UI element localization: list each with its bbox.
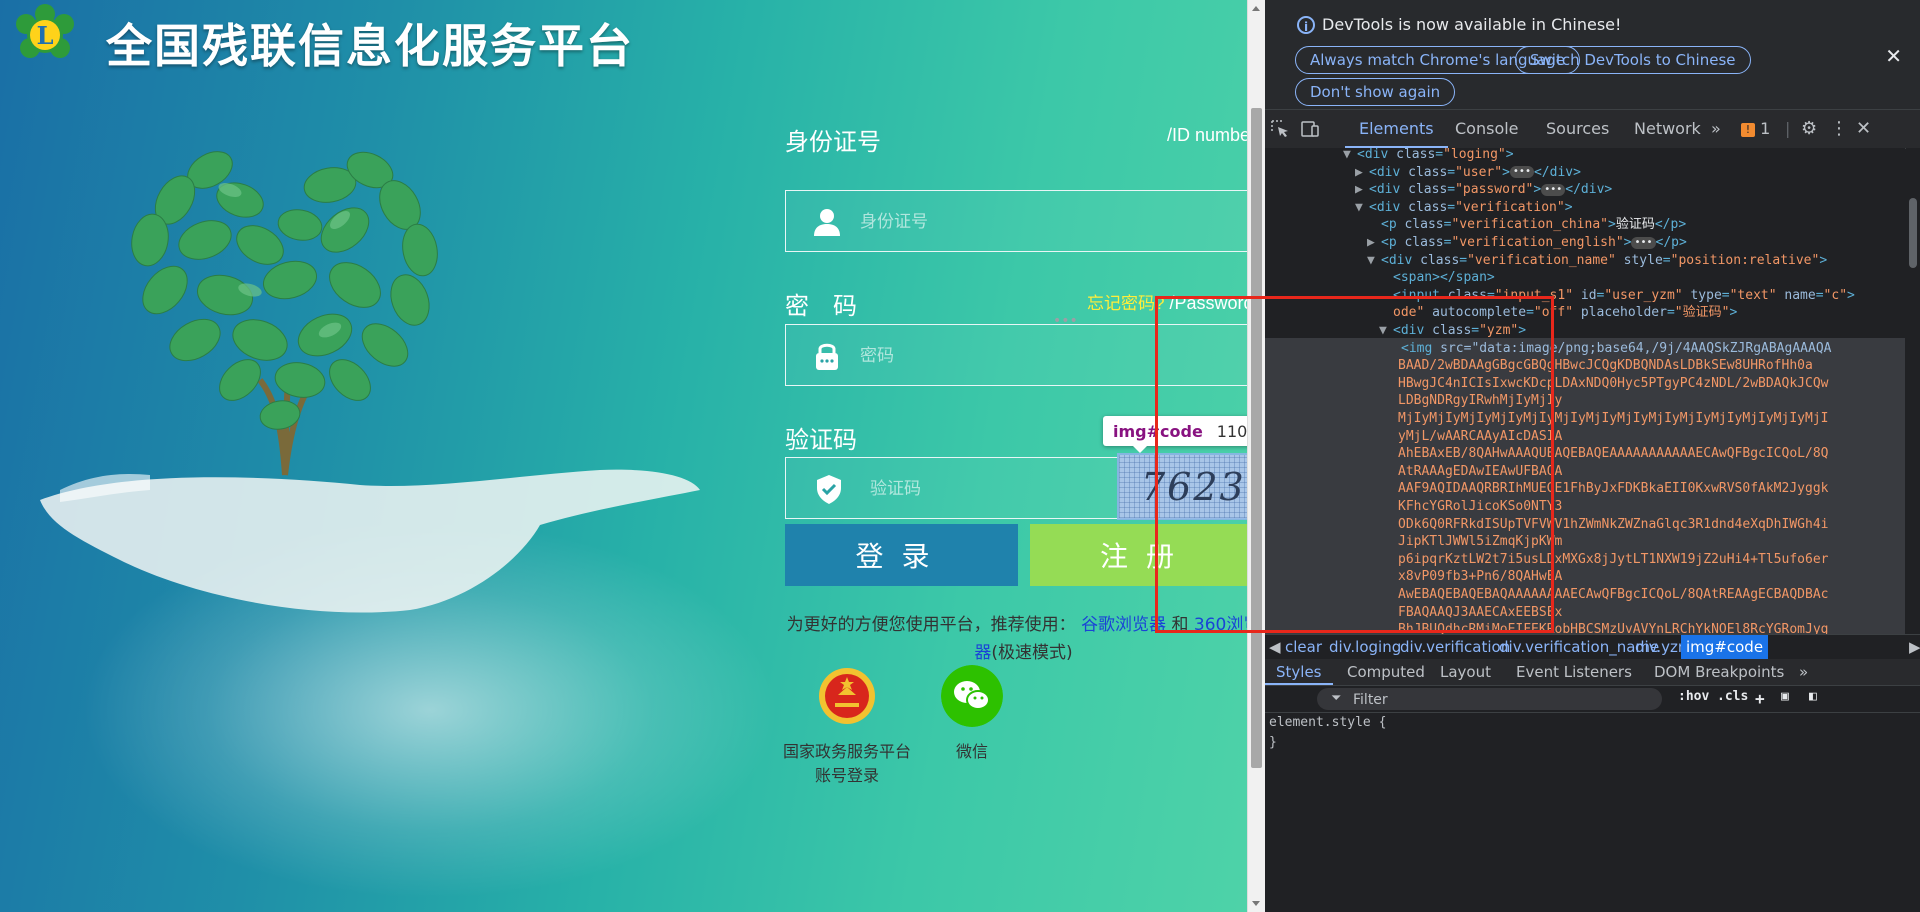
cdpf-logo-icon: L xyxy=(16,4,74,58)
styles-filter-row: ⏷ :hov .cls + ▣ ◧ xyxy=(1265,686,1920,713)
close-devtools-icon[interactable]: ✕ xyxy=(1856,110,1871,148)
banner-close-icon[interactable]: ✕ xyxy=(1885,44,1902,68)
breadcrumb-right-arrow-icon[interactable]: ▶ xyxy=(1909,635,1920,659)
language-banner: i DevTools is now available in Chinese! … xyxy=(1265,0,1920,110)
breadcrumb-item[interactable]: div.verification xyxy=(1400,635,1510,659)
breadcrumb-item[interactable]: div.loging xyxy=(1329,635,1401,659)
settings-gear-icon[interactable]: ⚙ xyxy=(1801,110,1817,148)
gov-service-login[interactable]: 国家政务服务平台账号登录 xyxy=(782,665,912,788)
login-button[interactable]: 登录 xyxy=(785,524,1018,586)
collapsed-children-icon[interactable]: ••• xyxy=(1631,236,1656,249)
chrome-browser-link[interactable]: 谷歌浏览器 xyxy=(1081,615,1166,635)
element-style-rule: element.style { } xyxy=(1269,713,1386,753)
browser-tip-and: 和 xyxy=(1166,615,1189,635)
styles-tabbar: Styles Computed Layout Event Listeners D… xyxy=(1265,659,1920,686)
hover-state-toggle[interactable]: :hov xyxy=(1678,689,1709,704)
more-tabs-chevron-icon[interactable]: » xyxy=(1711,110,1721,148)
devtools-panel: i DevTools is now available in Chinese! … xyxy=(1265,0,1920,912)
toggle-sidebar-icon[interactable]: ◧ xyxy=(1809,689,1817,704)
scroll-up-arrow-icon[interactable] xyxy=(1252,6,1260,11)
element-style-open: element.style { xyxy=(1269,715,1387,730)
inspector-tooltip: img#code 110 × 50 xyxy=(1103,416,1265,453)
national-emblem-icon xyxy=(819,668,875,724)
tab-layout[interactable]: Layout xyxy=(1440,659,1491,685)
tab-styles[interactable]: Styles xyxy=(1265,659,1333,685)
page-scrollbar[interactable] xyxy=(1247,0,1265,912)
scroll-down-arrow-icon[interactable] xyxy=(1252,901,1260,906)
tab-console[interactable]: Console xyxy=(1455,110,1519,148)
element-style-close: } xyxy=(1269,735,1277,750)
element-state-icon[interactable]: ▣ xyxy=(1781,689,1789,704)
more-styles-tabs-chevron-icon[interactable]: » xyxy=(1799,659,1808,685)
shield-icon xyxy=(817,475,841,504)
captcha-image[interactable]: 7623 xyxy=(1117,453,1262,520)
new-style-rule-icon[interactable]: + xyxy=(1755,689,1765,708)
id-number-input[interactable] xyxy=(858,191,1257,253)
breadcrumb-item[interactable]: clear xyxy=(1285,635,1322,659)
password-label-en-row: 忘记密码? /Password xyxy=(1087,289,1254,314)
inspect-element-icon[interactable] xyxy=(1269,118,1291,140)
tooltip-tag: img#code xyxy=(1113,421,1203,441)
id-number-field[interactable] xyxy=(785,190,1262,253)
selected-node-dots-icon[interactable]: ••• xyxy=(1053,313,1078,329)
captcha-label: 验证码 xyxy=(785,426,857,454)
wechat-login[interactable]: 微信 xyxy=(940,665,1004,764)
elements-scrollbar-thumb[interactable] xyxy=(1909,198,1917,268)
captcha-input[interactable] xyxy=(868,458,1112,520)
switch-chinese-button[interactable]: Switch DevTools to Chinese xyxy=(1515,46,1751,74)
web-page: L 全国残联信息化服务平台 身份证号 /ID number 身份证号 密 码 忘… xyxy=(0,0,1265,912)
gov-service-login-label: 国家政务服务平台账号登录 xyxy=(782,742,911,785)
issues-counter[interactable]: ! 1 xyxy=(1741,110,1770,148)
collapsed-children-icon[interactable]: ••• xyxy=(1509,166,1534,179)
password-label-en: /Password xyxy=(1169,293,1254,313)
breadcrumb-left-arrow-icon[interactable]: ◀ xyxy=(1269,635,1281,659)
device-toolbar-icon[interactable] xyxy=(1299,118,1321,140)
browser-tip-prefix: 为更好的方便您使用平台，推荐使用： xyxy=(786,615,1076,635)
password-label: 密 码 xyxy=(785,292,857,320)
forgot-password-link[interactable]: 忘记密码? xyxy=(1087,294,1164,313)
user-icon xyxy=(814,209,840,236)
tab-elements[interactable]: Elements xyxy=(1345,110,1448,148)
issues-icon: ! xyxy=(1741,122,1755,137)
browser-tip-suffix: (极速模式) xyxy=(991,643,1073,663)
browser-tip: 为更好的方便您使用平台，推荐使用： 谷歌浏览器 和 360浏览器(极速模式) xyxy=(785,611,1262,667)
toolbar-divider: | xyxy=(1785,119,1791,138)
collapsed-children-icon[interactable]: ••• xyxy=(1541,183,1566,196)
info-icon: i xyxy=(1297,16,1315,34)
more-options-icon[interactable]: ⋮ xyxy=(1830,110,1848,148)
site-title: 全国残联信息化服务平台 xyxy=(106,19,634,73)
wechat-login-label: 微信 xyxy=(955,742,988,761)
issues-count: 1 xyxy=(1760,119,1771,138)
heart-tree-hand-illustration xyxy=(40,151,700,613)
tab-computed[interactable]: Computed xyxy=(1347,659,1425,685)
page-scrollbar-thumb[interactable] xyxy=(1251,108,1262,768)
banner-message: DevTools is now available in Chinese! xyxy=(1322,15,1622,34)
tab-sources[interactable]: Sources xyxy=(1546,110,1609,148)
class-toggle[interactable]: .cls xyxy=(1717,689,1748,704)
breadcrumb-item[interactable]: img#code xyxy=(1681,635,1769,659)
captcha-code-text: 7623 xyxy=(1141,465,1246,509)
styles-filter[interactable]: ⏷ xyxy=(1317,688,1662,712)
svg-text:L: L xyxy=(37,21,54,50)
tab-network[interactable]: Network xyxy=(1634,110,1701,148)
dont-show-again-button[interactable]: Don't show again xyxy=(1295,78,1456,106)
id-label-en: /ID number xyxy=(1167,125,1257,145)
tab-dom-breakpoints[interactable]: DOM Breakpoints xyxy=(1654,659,1784,685)
password-field[interactable] xyxy=(785,324,1262,387)
breadcrumb: ◀ ▶ clear div.loging div.verification div.v… xyxy=(1265,634,1920,660)
devtools-toolbar: Elements Console Sources Network » ! 1 |… xyxy=(1265,110,1920,149)
register-button[interactable]: 注册 xyxy=(1030,524,1262,586)
filter-icon: ⏷ xyxy=(1331,691,1342,706)
password-input[interactable] xyxy=(858,325,1257,387)
wechat-icon xyxy=(941,665,1003,727)
styles-filter-input[interactable] xyxy=(1351,688,1655,712)
lock-icon xyxy=(816,343,838,370)
tab-event-listeners[interactable]: Event Listeners xyxy=(1516,659,1632,685)
id-label: 身份证号 xyxy=(785,128,881,156)
